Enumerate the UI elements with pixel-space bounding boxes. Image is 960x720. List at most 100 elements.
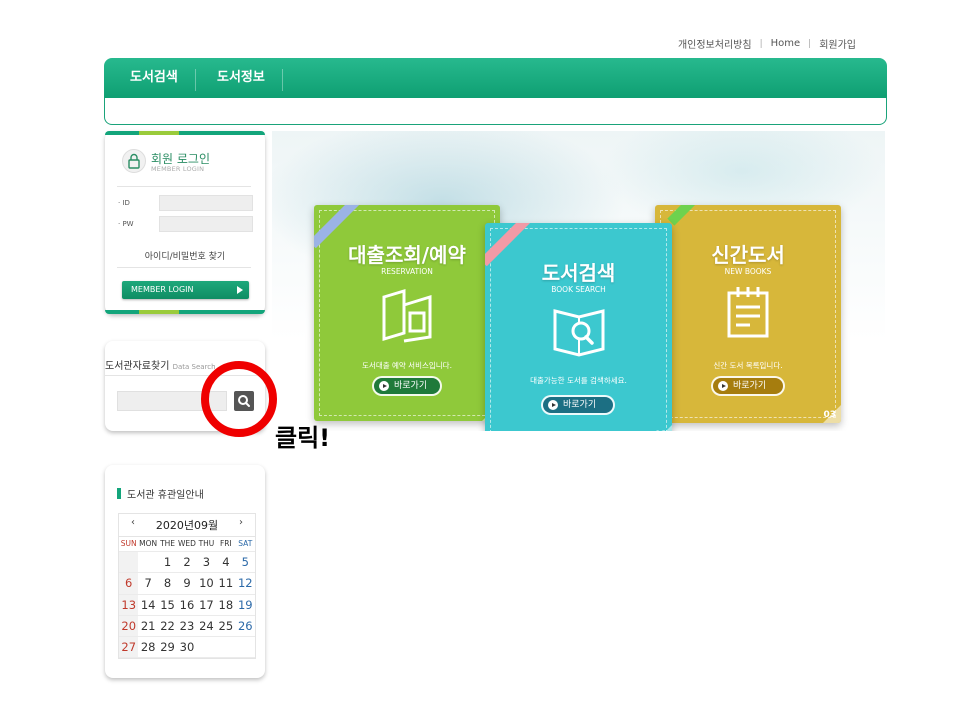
- calendar-day: 3: [196, 552, 217, 574]
- divider: [117, 186, 251, 187]
- card-book-search[interactable]: 도서검색 BOOK SEARCH 대출가능한 도서를 검색하세요. 바로가기 0…: [485, 223, 672, 431]
- card-title: 도서검색: [541, 261, 616, 285]
- home-link[interactable]: Home: [771, 38, 801, 49]
- calendar-title: 도서관 휴관일안내: [117, 486, 204, 501]
- calendar-day: [235, 637, 255, 659]
- hero-banner: 대출조회/예약 RESERVATION 도서대출 예약 서비스입니다. 바로가기…: [272, 131, 885, 431]
- card-subtitle: RESERVATION: [381, 267, 433, 276]
- day-name: WED: [177, 537, 197, 552]
- nav-item-book-search[interactable]: 도서검색: [130, 58, 178, 98]
- id-input[interactable]: [159, 195, 253, 211]
- calendar-day: 24: [196, 616, 217, 638]
- nav-divider: [195, 69, 196, 91]
- calendar-month: 2020년09월: [155, 519, 219, 532]
- day-name: SUN: [119, 537, 139, 552]
- click-annotation: 클릭!: [275, 424, 331, 452]
- highlight-circle: [201, 361, 277, 437]
- next-month-button[interactable]: ›: [239, 517, 243, 528]
- calendar-day: 8: [157, 573, 178, 595]
- calendar-day: [216, 637, 236, 659]
- card-go-button[interactable]: 바로가기: [543, 397, 613, 413]
- play-icon: [718, 381, 728, 391]
- search-title-text: 도서관자료찾기: [105, 361, 170, 372]
- login-box-bottom-stripe: [105, 310, 265, 314]
- card-button-label: 바로가기: [394, 381, 428, 391]
- sub-nav-bar: [104, 98, 887, 125]
- calendar-day: 16: [177, 595, 197, 616]
- login-box-top-stripe: [105, 131, 265, 135]
- corner-fold: [823, 405, 841, 423]
- calendar-day: 11: [216, 573, 236, 595]
- day-name: THE: [157, 537, 178, 552]
- calendar-day: 14: [138, 595, 158, 616]
- day-name: MON: [138, 537, 158, 552]
- day-name: THU: [196, 537, 217, 552]
- top-utility-links: 개인정보처리방침 | Home | 회원가입: [678, 36, 856, 51]
- calendar-day: 13: [119, 594, 139, 616]
- calendar-day: 30: [177, 637, 197, 659]
- prev-month-button[interactable]: ‹: [131, 517, 135, 528]
- main-nav: 도서검색 도서정보: [104, 58, 887, 98]
- card-button-label: 바로가기: [733, 381, 767, 391]
- arrow-right-icon: [237, 286, 243, 294]
- calendar-day: 18: [216, 595, 236, 616]
- card-button-label: 바로가기: [563, 400, 597, 410]
- calendar-day: [196, 637, 217, 659]
- nav-divider: [282, 69, 283, 91]
- id-label: · ID: [118, 199, 130, 207]
- calendar-day: 22: [157, 616, 178, 638]
- nav-item-book-info[interactable]: 도서정보: [217, 58, 265, 98]
- login-subtitle: MEMBER LOGIN: [151, 165, 205, 173]
- card-reservation[interactable]: 대출조회/예약 RESERVATION 도서대출 예약 서비스입니다. 바로가기: [314, 205, 500, 421]
- calendar-day: 10: [196, 573, 217, 595]
- calendar-day: 1: [157, 552, 178, 574]
- calendar-day: 21: [138, 616, 158, 638]
- corner-fold: [654, 425, 672, 431]
- pw-label: · PW: [118, 220, 134, 228]
- pw-input[interactable]: [159, 216, 253, 232]
- search-box-title: 도서관자료찾기 Data Search: [105, 357, 216, 372]
- calendar-day: 5: [235, 552, 255, 574]
- card-description: 대출가능한 도서를 검색하세요.: [530, 376, 627, 385]
- book-search-icon: [553, 309, 605, 357]
- book-open-icon: [382, 288, 432, 343]
- calendar-day: 25: [216, 616, 236, 638]
- member-login-label: MEMBER LOGIN: [131, 285, 194, 294]
- calendar-day: 7: [138, 573, 158, 595]
- find-id-password-link[interactable]: 아이디/비밀번호 찾기: [105, 249, 265, 262]
- calendar-day: 4: [216, 552, 236, 574]
- calendar-day: 29: [157, 637, 178, 659]
- calendar-day: 12: [235, 573, 255, 595]
- search-subtitle: Data Search: [172, 363, 216, 371]
- calendar-header: ‹ 2020년09월 ›: [119, 514, 255, 537]
- calendar-day: 20: [119, 615, 139, 638]
- card-title: 신간도서: [711, 243, 785, 267]
- day-name: FRI: [216, 537, 236, 552]
- calendar-day: 6: [119, 573, 139, 595]
- calendar-grid: SUN MON THE WED THU FRI SAT 1 2 3 4 5 6 …: [119, 537, 255, 659]
- day-name: SAT: [235, 537, 255, 552]
- card-go-button[interactable]: 바로가기: [713, 378, 783, 394]
- card-title: 대출조회/예약: [348, 243, 466, 267]
- card-go-button[interactable]: 바로가기: [374, 378, 440, 394]
- calendar-day: 9: [177, 573, 197, 595]
- divider: [117, 267, 251, 268]
- card-new-books[interactable]: 신간도서 NEW BOOKS 신간 도서 목록입니다. 바로가기 03: [655, 205, 841, 423]
- play-icon: [379, 381, 389, 391]
- card-subtitle: BOOK SEARCH: [551, 285, 606, 294]
- card-subtitle: NEW BOOKS: [724, 267, 772, 276]
- calendar-day: 28: [138, 637, 158, 659]
- login-box: 회원 로그인 MEMBER LOGIN · ID · PW 아이디/비밀번호 찾…: [105, 131, 265, 314]
- card-description: 신간 도서 목록입니다.: [713, 361, 783, 370]
- calendar-day: 15: [157, 595, 178, 616]
- calendar-box: 도서관 휴관일안내 ‹ 2020년09월 › SUN MON THE WED T…: [105, 465, 265, 678]
- title-bar-icon: [117, 488, 121, 499]
- card-description: 도서대출 예약 서비스입니다.: [362, 361, 452, 370]
- calendar-title-text: 도서관 휴관일안내: [127, 490, 204, 501]
- member-login-button[interactable]: MEMBER LOGIN: [122, 281, 249, 299]
- privacy-policy-link[interactable]: 개인정보처리방침: [678, 36, 752, 51]
- signup-link[interactable]: 회원가입: [819, 36, 856, 51]
- lock-icon: [122, 149, 146, 173]
- separator: |: [808, 38, 812, 49]
- calendar-day: 23: [177, 616, 197, 638]
